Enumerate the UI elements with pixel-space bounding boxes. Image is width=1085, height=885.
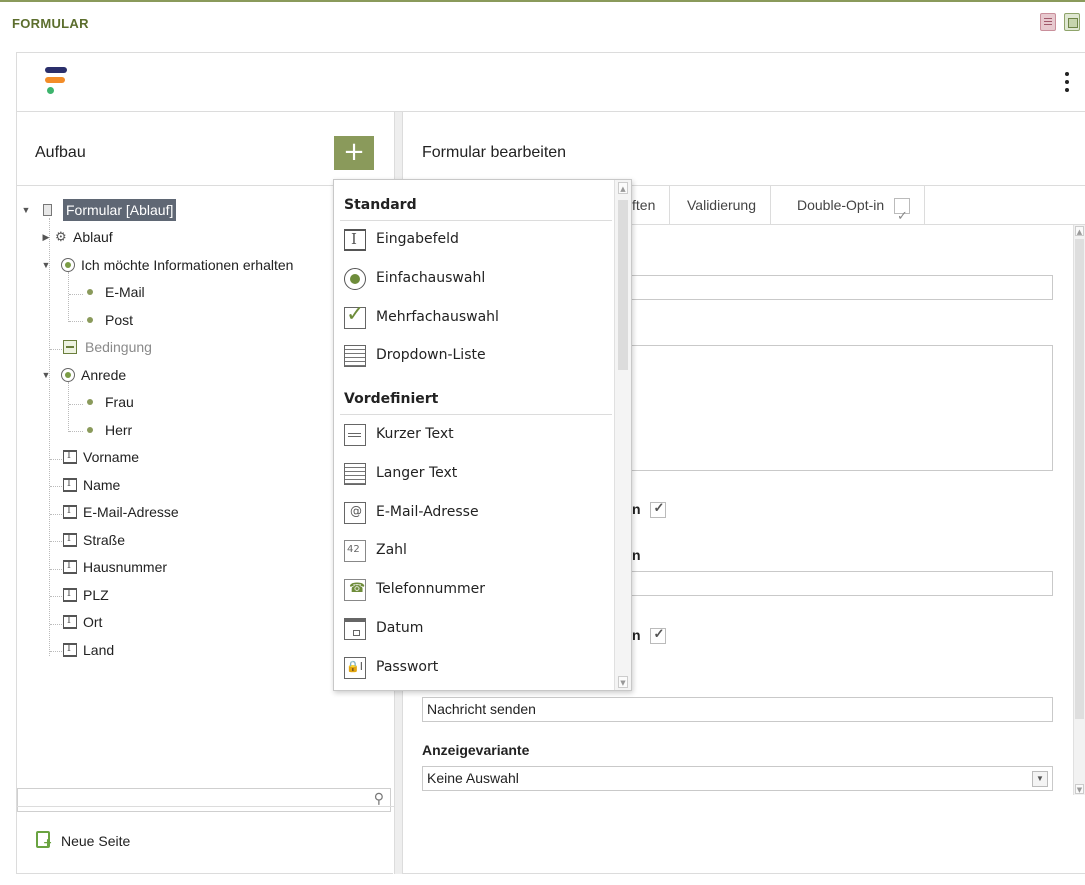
structure-header: Aufbau + — [17, 112, 394, 186]
edit-form-title: Formular bearbeiten — [422, 144, 567, 161]
tree-item-post-option[interactable]: Post — [17, 309, 317, 331]
tree-item-zip[interactable]: PLZ — [17, 584, 317, 606]
text-field-icon — [63, 533, 77, 547]
number-icon — [344, 540, 366, 562]
menu-item-number[interactable]: Zahl — [334, 533, 614, 569]
menu-item-short-text[interactable]: Kurzer Text — [334, 417, 614, 453]
more-options-icon[interactable] — [1063, 69, 1071, 97]
new-page-button[interactable]: Neue Seite — [61, 833, 130, 849]
app-bar — [16, 52, 1085, 112]
form-icon — [43, 204, 52, 216]
variant-label: Anzeigevariante — [422, 742, 530, 758]
window-icon[interactable] — [1064, 13, 1080, 31]
short-text-icon — [344, 424, 366, 446]
text-field-icon — [63, 450, 77, 464]
new-page-icon[interactable] — [36, 831, 52, 849]
tree-item-herr-option[interactable]: Herr — [17, 419, 317, 441]
menu-item-dropdown-list[interactable]: Dropdown-Liste — [334, 338, 614, 374]
option-dot-icon — [83, 395, 97, 409]
menu-item-single-choice[interactable]: Einfachauswahl — [334, 261, 614, 297]
tree-item-flow[interactable]: ▶ Ablauf — [17, 226, 317, 248]
partial-option-label-3: n — [632, 626, 667, 645]
variant-select[interactable]: Keine Auswahl ▼ — [422, 766, 1053, 791]
add-element-button[interactable]: + — [334, 136, 374, 170]
tab-double-opt-in[interactable]: Double-Opt-in — [783, 186, 926, 235]
tree-item-form[interactable]: ▼ Formular [Ablauf] — [17, 199, 317, 221]
option-dot-icon — [83, 423, 97, 437]
radio-icon — [61, 258, 75, 272]
long-text-icon — [344, 463, 366, 485]
expand-arrow-icon[interactable]: ▶ — [41, 232, 51, 242]
tree-item-information[interactable]: ▼ Ich möchte Informationen erhalten — [17, 254, 337, 276]
collapse-arrow-icon[interactable]: ▼ — [41, 260, 51, 270]
phone-icon — [344, 579, 366, 601]
structure-title: Aufbau — [35, 144, 86, 161]
tree-item-frau-option[interactable]: Frau — [17, 391, 317, 413]
button-text-input[interactable]: Nachricht senden — [422, 697, 1053, 722]
calendar-icon — [344, 618, 366, 640]
option-dot-icon — [83, 313, 97, 327]
tree-item-city[interactable]: Ort — [17, 611, 317, 633]
tree-item-street[interactable]: Straße — [17, 529, 317, 551]
collapse-arrow-icon[interactable]: ▼ — [21, 205, 31, 215]
window-titlebar: FORMULAR — [0, 0, 1085, 44]
password-icon — [344, 657, 366, 679]
input-field-icon — [344, 229, 366, 251]
chevron-down-icon[interactable]: ▼ — [1032, 771, 1048, 787]
partial-option-label-1: n — [632, 500, 667, 519]
tree-item-firstname[interactable]: Vorname — [17, 446, 317, 468]
menu-item-password[interactable]: Passwort — [334, 650, 614, 686]
text-field-icon — [63, 588, 77, 602]
radio-icon — [61, 368, 75, 382]
tree-item-country[interactable]: Land — [17, 639, 317, 661]
add-element-menu: Standard Eingabefeld Einfachauswahl Mehr… — [333, 179, 632, 691]
menu-item-multiple-choice[interactable]: Mehrfachauswahl — [334, 300, 614, 336]
text-field-icon — [63, 643, 77, 657]
double-opt-in-checkbox[interactable] — [894, 196, 911, 235]
tab-validation[interactable]: Validierung — [673, 186, 772, 225]
document-icon[interactable] — [1040, 13, 1056, 31]
app-logo — [45, 67, 67, 95]
search-icon[interactable]: ⚲ — [374, 791, 384, 807]
menu-item-email-address[interactable]: E-Mail-Adresse — [334, 495, 614, 531]
menu-item-input-field[interactable]: Eingabefeld — [334, 222, 614, 258]
tree-item-email-option[interactable]: E-Mail — [17, 281, 317, 303]
edit-form-header: Formular bearbeiten — [402, 112, 1085, 186]
menu-section-predefined: Vordefiniert — [344, 391, 439, 407]
tree-item-condition[interactable]: Bedingung — [17, 336, 317, 358]
menu-item-date[interactable]: Datum — [334, 611, 614, 647]
text-field-icon — [63, 478, 77, 492]
window-title: FORMULAR — [12, 16, 89, 31]
tree-item-name[interactable]: Name — [17, 474, 317, 496]
new-page-bar: Neue Seite — [17, 806, 394, 874]
partial-option-label-2: n — [632, 547, 641, 563]
text-field-icon — [63, 505, 77, 519]
email-icon — [344, 502, 366, 524]
option-dot-icon — [83, 285, 97, 299]
tree-item-email-address[interactable]: E-Mail-Adresse — [17, 501, 317, 523]
gear-icon — [55, 226, 69, 248]
condition-icon — [63, 340, 77, 354]
text-field-icon — [63, 560, 77, 574]
menu-item-long-text[interactable]: Langer Text — [334, 456, 614, 492]
option-checkbox-1[interactable] — [650, 500, 667, 519]
tree-item-housenumber[interactable]: Hausnummer — [17, 556, 317, 578]
single-choice-icon — [344, 268, 366, 290]
collapse-arrow-icon[interactable]: ▼ — [41, 370, 51, 380]
menu-section-standard: Standard — [344, 197, 417, 213]
form-scrollbar[interactable]: ▲ ▼ — [1073, 225, 1085, 795]
multiple-choice-icon — [344, 302, 366, 329]
menu-item-phone-number[interactable]: Telefonnummer — [334, 572, 614, 608]
dropdown-list-icon — [344, 345, 366, 367]
menu-scrollbar[interactable]: ▲ ▼ — [614, 180, 631, 690]
tree-item-salutation[interactable]: ▼ Anrede — [17, 364, 317, 386]
text-field-icon — [63, 615, 77, 629]
option-checkbox-2[interactable] — [650, 626, 667, 645]
